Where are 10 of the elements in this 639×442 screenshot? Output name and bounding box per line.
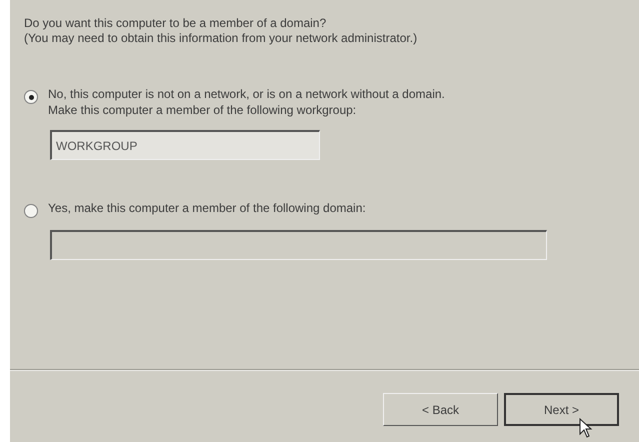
radio-button[interactable] <box>24 90 38 104</box>
option-label[interactable]: No, this computer is not on a network, or is on a network without a domain. Make this computer a member of the following workgroup: <box>48 86 445 118</box>
option-label[interactable]: Yes, make this computer a member of the following domain: <box>48 200 366 216</box>
mouse-pointer-icon <box>579 418 593 438</box>
next-button[interactable]: Next > <box>504 393 619 426</box>
question-text: Do you want this computer to be a member of a domain? <box>24 16 328 31</box>
note-text: (You may need to obtain this information from your network administrator.) <box>24 31 418 46</box>
back-button[interactable]: < Back <box>383 393 498 426</box>
radio-button[interactable] <box>24 204 38 218</box>
input-field[interactable]: WORKGROUP <box>50 130 320 160</box>
